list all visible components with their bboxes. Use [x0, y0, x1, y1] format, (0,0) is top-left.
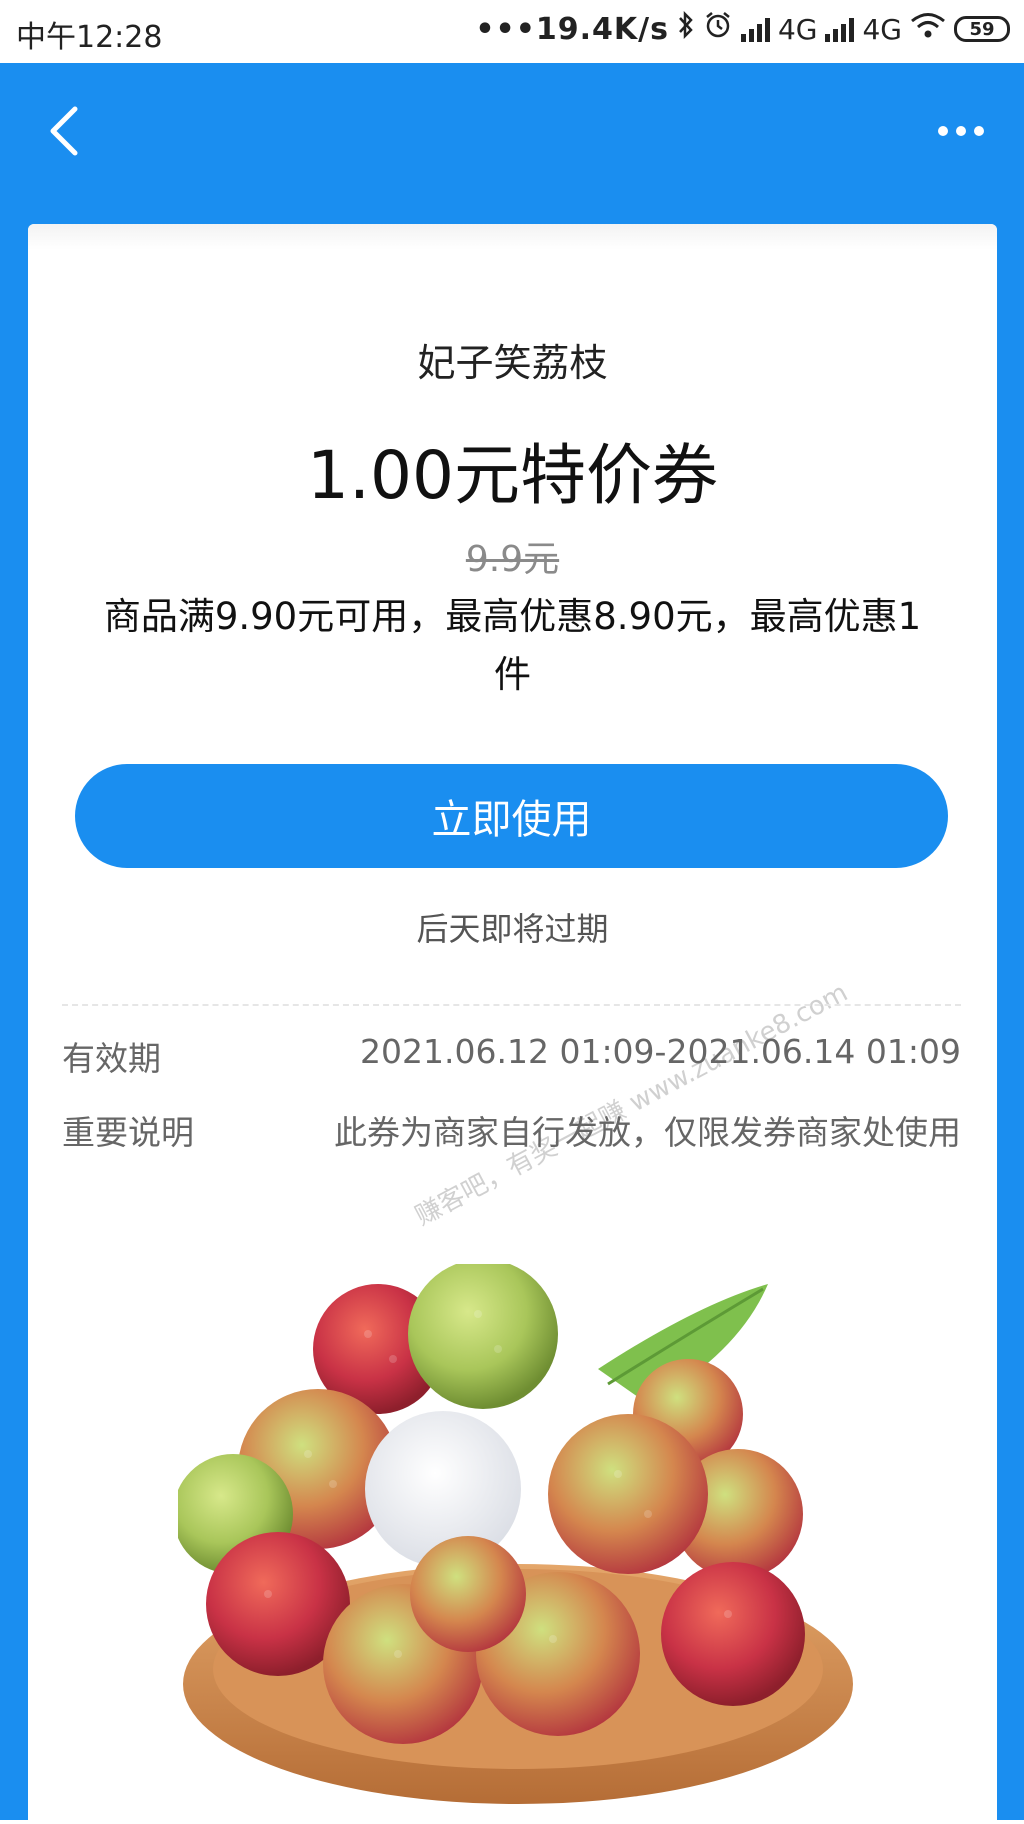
note-row: 重要说明 此券为商家自行发放，仅限发券商家处使用 [62, 1106, 961, 1156]
validity-row: 有效期 2021.06.12 01:09-2021.06.14 01:09 [62, 1032, 961, 1082]
original-price-value: 9.9元 [465, 539, 560, 580]
shop-name: 妃子笑荔枝 [417, 341, 608, 385]
wifi-icon [910, 11, 946, 47]
coupon-rule: 商品满9.90元可用，最高优惠8.90元，最高优惠1 件 [58, 588, 967, 704]
coupon-card: 妃子笑荔枝 1.00元特价券 9.9元 商品满9.90元可用，最高优惠8.90元… [28, 224, 997, 1824]
bluetooth-icon [677, 10, 695, 47]
signal-icon-2 [825, 16, 855, 42]
coupon-rule-line1: 商品满9.90元可用，最高优惠8.90元，最高优惠1 [103, 595, 922, 638]
coupon-title: 1.00元特价券 [307, 437, 718, 514]
card-top-edge [28, 224, 997, 250]
network-type-2: 4G [862, 12, 902, 46]
coupon-rule-line2: 件 [494, 653, 531, 696]
watermark: 赚客吧，有奖一起赚 www.zuanke8.com [410, 977, 853, 1232]
network-type-1: 4G [777, 12, 818, 46]
net-speed: •••19.4K/s [475, 11, 669, 47]
lychee-plate-image [178, 1264, 853, 1804]
status-time: 中午12:28 [16, 20, 163, 55]
use-now-button[interactable]: 立即使用 [75, 764, 948, 868]
original-price: 9.9元 [28, 530, 997, 582]
validity-value: 2021.06.12 01:09-2021.06.14 01:09 [360, 1032, 961, 1071]
divider [62, 1004, 961, 1006]
signal-icon [740, 16, 770, 42]
expire-note: 后天即将过期 [416, 910, 609, 948]
note-value: 此券为商家自行发放，仅限发券商家处使用 [334, 1113, 961, 1152]
status-bar: 中午12:28 •••19.4K/s 4G 4G 59 [0, 0, 1024, 63]
status-icons: •••19.4K/s 4G 4G 59 [475, 10, 1010, 48]
chevron-left-icon[interactable] [45, 101, 85, 161]
app-header [0, 63, 1024, 223]
validity-label: 有效期 [62, 1039, 161, 1078]
battery-icon: 59 [954, 16, 1010, 42]
more-dots-icon[interactable] [936, 121, 986, 141]
coupon-area: 妃子笑荔枝 1.00元特价券 9.9元 商品满9.90元可用，最高优惠8.90元… [0, 210, 1024, 1824]
note-label: 重要说明 [62, 1113, 194, 1152]
alarm-icon [703, 10, 733, 48]
